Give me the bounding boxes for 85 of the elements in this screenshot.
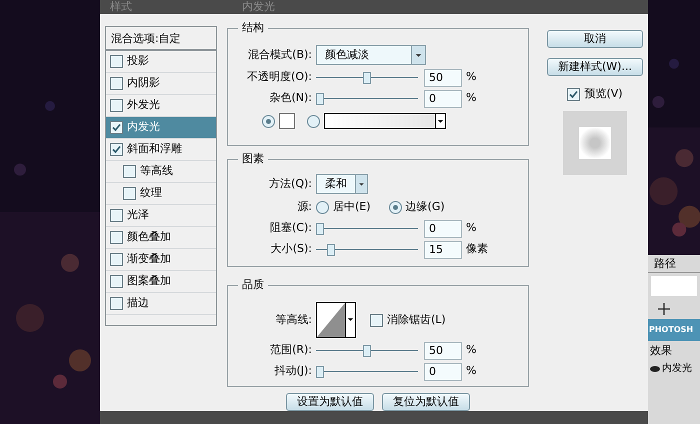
checkbox[interactable] [110, 99, 123, 112]
slider-thumb[interactable] [363, 72, 371, 84]
value-field[interactable]: 0 [424, 362, 462, 380]
value-field[interactable]: 15 [424, 240, 462, 258]
field-label: 方法(Q): [268, 176, 313, 192]
value-field[interactable]: 50 [424, 68, 462, 86]
checkbox[interactable] [123, 165, 136, 178]
slider-thumb[interactable] [327, 244, 336, 256]
contour-picker[interactable] [316, 302, 356, 338]
slider-track[interactable] [316, 222, 418, 234]
slider-label: 不透明度(O): [246, 69, 313, 86]
value-field[interactable]: 0 [424, 220, 462, 238]
slider-label: 范围(R): [269, 342, 313, 358]
checkmark-icon [112, 123, 121, 132]
slider-track[interactable] [316, 92, 418, 104]
default-button[interactable]: 复位为默认值 [382, 393, 470, 411]
checkbox[interactable] [123, 187, 136, 200]
unit-label: % [466, 363, 476, 380]
checkbox[interactable] [110, 209, 123, 222]
caret-icon [345, 303, 355, 337]
checkbox-label: 预览(V) [584, 86, 623, 102]
group-title: 品质 [238, 278, 268, 292]
style-item[interactable]: 内发光 [106, 117, 216, 139]
effects-label: 效果 [649, 343, 673, 359]
default-button[interactable]: 设置为默认值 [286, 393, 374, 411]
radio-label: 居中(E) [333, 198, 371, 215]
unit-label: % [466, 90, 476, 106]
field-label: 源: [296, 198, 313, 215]
gradient-picker[interactable] [324, 113, 446, 129]
value-field[interactable]: 50 [424, 342, 462, 360]
group-title: 图素 [238, 152, 268, 166]
checkbox[interactable] [110, 77, 123, 90]
field-label: 混合模式(B): [247, 46, 313, 63]
blend-field[interactable] [651, 276, 697, 296]
checkbox[interactable] [110, 231, 123, 244]
blend-mode-dropdown[interactable]: 颜色减淡 [316, 45, 426, 65]
slider-track[interactable] [316, 244, 418, 256]
checkbox[interactable] [110, 275, 123, 288]
radio-button[interactable] [307, 114, 320, 128]
radio-button[interactable] [262, 114, 275, 128]
unit-label: % [466, 69, 476, 86]
checkbox[interactable] [110, 55, 123, 68]
group-title: 结构 [238, 21, 268, 35]
caret-icon [411, 46, 425, 64]
slider-thumb[interactable] [316, 92, 324, 104]
slider-track[interactable] [316, 344, 418, 356]
move-icon [658, 303, 670, 315]
unit-label: 像素 [466, 241, 488, 258]
radio-label: 边缘(G) [406, 198, 445, 215]
caret-icon [435, 114, 445, 128]
slider-track[interactable] [316, 366, 418, 378]
slider-label: 杂色(N): [268, 90, 313, 106]
value-field[interactable]: 0 [424, 90, 462, 108]
checkbox-label: 消除锯齿(L) [387, 312, 446, 328]
dialog-button[interactable]: 新建样式(W)... [547, 58, 643, 76]
slider-label: 大小(S): [270, 241, 313, 258]
checkbox[interactable] [110, 297, 123, 310]
color-swatch[interactable] [279, 113, 295, 129]
checkbox[interactable] [370, 314, 383, 326]
panel-title: 内发光 [242, 0, 275, 14]
checkbox[interactable] [567, 88, 580, 101]
slider-label: 抖动(J): [273, 363, 313, 380]
caret-icon [355, 175, 367, 193]
unit-label: % [466, 220, 476, 236]
slider-thumb[interactable] [316, 222, 324, 234]
slider-label: 阻塞(C): [269, 220, 313, 236]
radio-button[interactable] [388, 200, 402, 214]
slider-thumb[interactable] [316, 366, 324, 378]
checkmark-icon [569, 90, 578, 99]
dialog-button[interactable]: 取消 [547, 30, 643, 48]
technique-dropdown[interactable]: 柔和 [316, 174, 368, 194]
radio-button[interactable] [316, 200, 329, 214]
slider-track[interactable] [316, 72, 418, 84]
unit-label: % [466, 342, 476, 358]
checkbox[interactable] [110, 143, 123, 156]
checkbox[interactable] [110, 121, 123, 134]
checkmark-icon [112, 145, 121, 154]
contour-curve-icon [317, 303, 345, 337]
slider-thumb[interactable] [363, 344, 371, 356]
glow-swatch-icon [579, 126, 611, 158]
effect-label: 内发光 [662, 362, 692, 376]
panel-title: 样式 [110, 0, 133, 14]
checkbox[interactable] [110, 253, 123, 266]
panel-tab[interactable]: 路径 [648, 255, 700, 273]
field-label: 等高线: [274, 312, 313, 328]
